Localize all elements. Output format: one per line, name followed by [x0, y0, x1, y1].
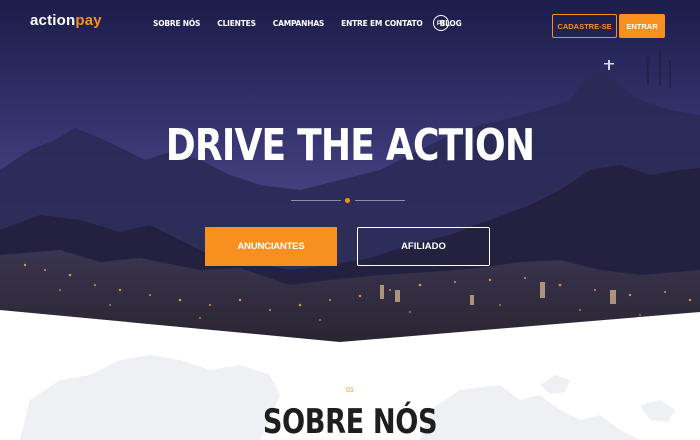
login-button[interactable]: ENTRAR: [619, 14, 665, 38]
logo-text-accent: pay: [75, 12, 102, 29]
city-night-background-image: [0, 0, 700, 345]
section-number: 01: [346, 387, 354, 394]
hero-title: DRIVE THE ACTION: [165, 120, 535, 171]
divider-line-left: [291, 200, 341, 201]
logo-text-main: action: [30, 12, 76, 29]
signup-button[interactable]: CADASTRE-SE: [552, 14, 617, 38]
section-title: SOBRE NÓS: [262, 402, 438, 440]
actionpay-logo[interactable]: actionpay: [30, 12, 102, 29]
hero-banner: actionpay SOBRE NÓS CLIENTES CAMPANHAS E…: [0, 0, 700, 345]
nav-item-contact[interactable]: ENTRE EM CONTATO: [341, 19, 423, 28]
nav-item-campaigns[interactable]: CAMPANHAS: [273, 19, 325, 28]
main-nav: SOBRE NÓS CLIENTES CAMPANHAS ENTRE EM CO…: [153, 19, 479, 28]
advertisers-button[interactable]: ANUNCIANTES: [205, 227, 337, 266]
language-selector[interactable]: PT: [433, 15, 449, 31]
nav-item-about[interactable]: SOBRE NÓS: [153, 19, 200, 28]
nav-item-clients[interactable]: CLIENTES: [217, 19, 256, 28]
divider-line-right: [355, 200, 405, 201]
hero-divider: [291, 198, 405, 203]
affiliate-button[interactable]: AFILIADO: [357, 227, 490, 266]
divider-dot: [345, 198, 350, 203]
